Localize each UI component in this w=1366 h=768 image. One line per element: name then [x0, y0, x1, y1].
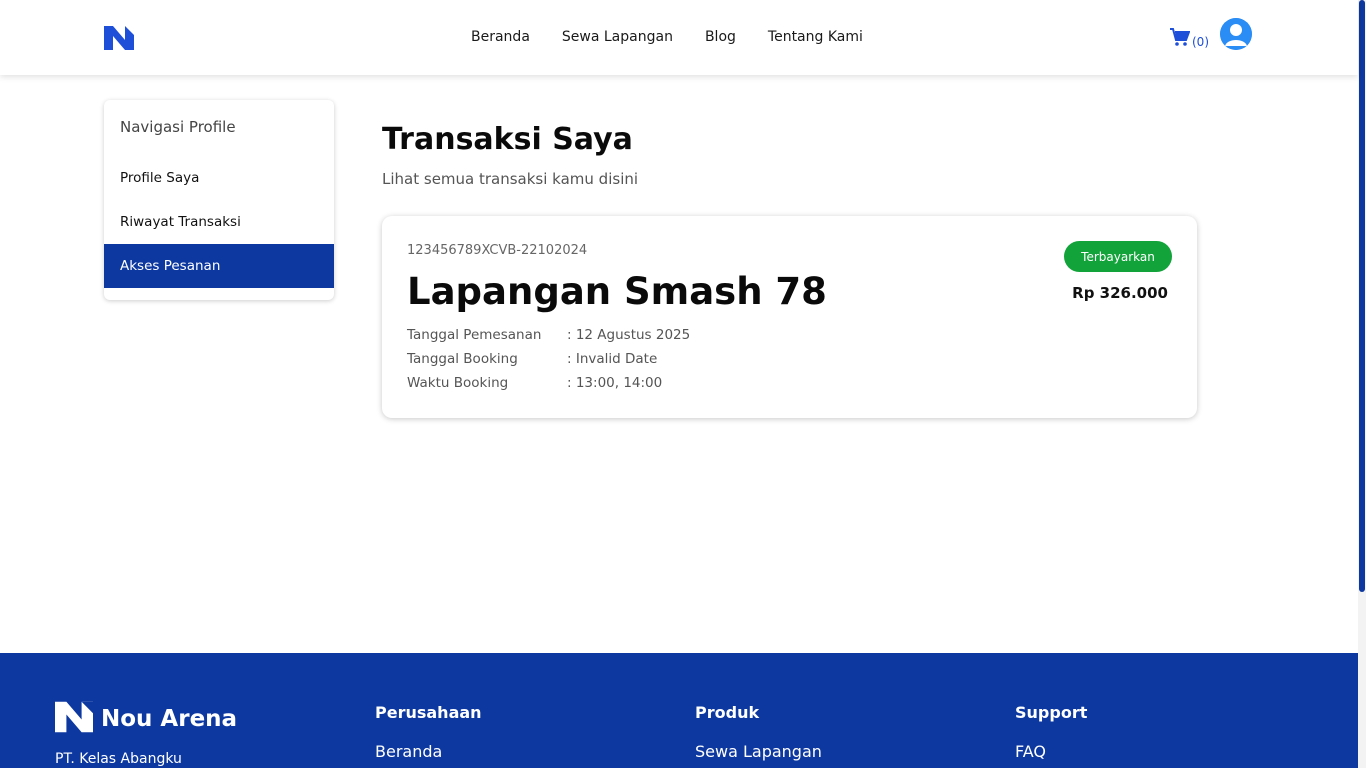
footer-company: PT. Kelas Abangku: [55, 751, 182, 767]
sidebar-item-riwayat-transaksi[interactable]: Riwayat Transaksi: [104, 200, 334, 244]
info-row-tanggal-pemesanan: Tanggal Pemesanan : 12 Agustus 2025: [407, 327, 690, 343]
nav-tentang-kami[interactable]: Tentang Kami: [768, 29, 863, 45]
footer-heading: Support: [1015, 703, 1088, 722]
footer-col-perusahaan: Perusahaan Beranda: [375, 703, 482, 761]
sidebar-item-akses-pesanan[interactable]: Akses Pesanan: [104, 244, 334, 288]
cart-button[interactable]: (0): [1170, 28, 1209, 50]
nav-sewa-lapangan[interactable]: Sewa Lapangan: [562, 29, 673, 45]
user-avatar-icon[interactable]: [1220, 18, 1252, 50]
main-nav: Beranda Sewa Lapangan Blog Tentang Kami: [471, 29, 863, 45]
info-label: Tanggal Booking: [407, 351, 518, 367]
footer-brand: Nou Arena: [101, 706, 238, 732]
footer-col-produk: Produk Sewa Lapangan: [695, 703, 822, 761]
transaction-price: Rp 326.000: [1072, 284, 1168, 302]
footer-heading: Perusahaan: [375, 703, 482, 722]
info-value: : Invalid Date: [567, 351, 658, 367]
scrollbar-thumb[interactable]: [1359, 0, 1365, 592]
n-logo-icon: [55, 701, 93, 737]
nav-blog[interactable]: Blog: [705, 29, 736, 45]
top-header: Beranda Sewa Lapangan Blog Tentang Kami …: [0, 0, 1358, 75]
n-logo-icon[interactable]: [104, 26, 134, 50]
sidebar-item-profile-saya[interactable]: Profile Saya: [104, 156, 334, 200]
order-id: 123456789XCVB-22102024: [407, 243, 588, 258]
info-value: : 12 Agustus 2025: [567, 327, 691, 343]
info-row-waktu-booking: Waktu Booking : 13:00, 14:00: [407, 375, 662, 391]
info-label: Tanggal Pemesanan: [407, 327, 542, 343]
footer-link-faq[interactable]: FAQ: [1015, 742, 1087, 761]
footer-link-beranda[interactable]: Beranda: [375, 742, 482, 761]
footer-logo[interactable]: Nou Arena: [55, 701, 237, 737]
site-footer: Nou Arena PT. Kelas Abangku Perusahaan B…: [0, 653, 1358, 768]
venue-name: Lapangan Smash 78: [407, 270, 827, 313]
cart-icon: [1170, 28, 1191, 50]
profile-sidebar: Navigasi Profile Profile Saya Riwayat Tr…: [104, 100, 334, 300]
page-title: Transaksi Saya: [382, 122, 633, 157]
status-badge: Terbayarkan: [1064, 241, 1172, 272]
transaction-card[interactable]: 123456789XCVB-22102024 Lapangan Smash 78…: [382, 216, 1197, 418]
page-scrollbar[interactable]: [1358, 0, 1366, 768]
page-subtitle: Lihat semua transaksi kamu disini: [382, 170, 639, 188]
sidebar-title: Navigasi Profile: [120, 118, 236, 136]
cart-count: (0): [1192, 35, 1209, 49]
info-value: : 13:00, 14:00: [567, 375, 663, 391]
footer-col-support: Support FAQ: [1015, 703, 1087, 761]
footer-heading: Produk: [695, 703, 760, 722]
footer-link-sewa-lapangan[interactable]: Sewa Lapangan: [695, 742, 822, 761]
nav-beranda[interactable]: Beranda: [471, 29, 530, 45]
info-row-tanggal-booking: Tanggal Booking : Invalid Date: [407, 351, 657, 367]
info-label: Waktu Booking: [407, 375, 509, 391]
